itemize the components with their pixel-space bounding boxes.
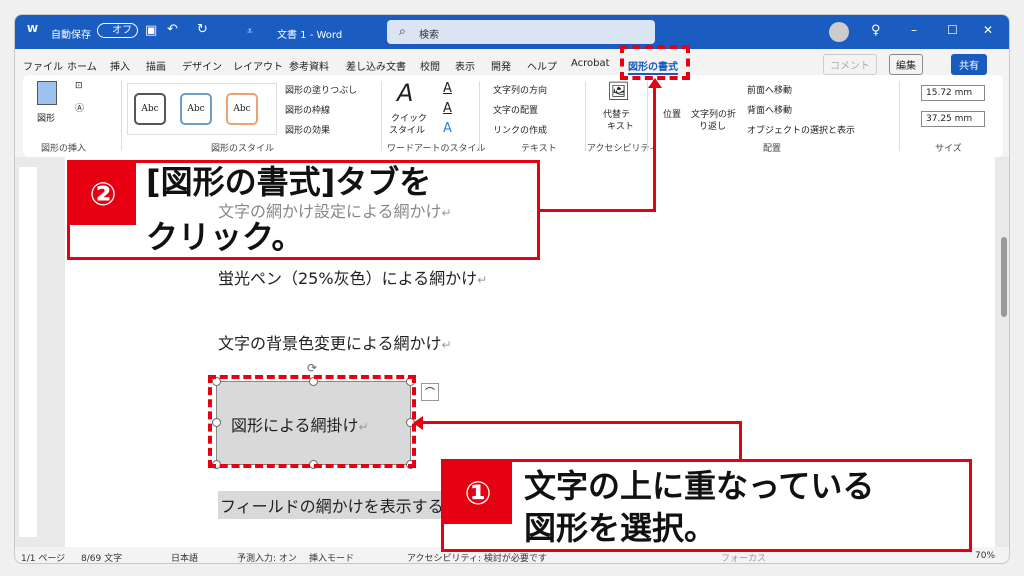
highlight-shape: [208, 375, 416, 468]
vertical-ruler: [19, 167, 37, 537]
bring-forward-button[interactable]: 前面へ移動: [747, 83, 792, 96]
language[interactable]: 日本語: [171, 551, 198, 563]
save-icon[interactable]: ▣: [145, 23, 157, 38]
style-sample[interactable]: Abc: [134, 93, 166, 125]
autosave-toggle[interactable]: オフ: [97, 23, 138, 38]
shape-outline-button[interactable]: 図形の枠線: [285, 103, 330, 116]
accessibility-status[interactable]: アクセシビリティ: 検討が必要です: [407, 551, 547, 563]
shape-styles-gallery[interactable]: Abc Abc Abc: [127, 83, 277, 135]
tab-home[interactable]: ホーム: [67, 58, 97, 73]
step-badge: ①: [444, 462, 512, 524]
alt-text-icon[interactable]: 🖼: [607, 81, 630, 102]
create-link-button[interactable]: リンクの作成: [493, 123, 547, 136]
selection-pane-button[interactable]: オブジェクトの選択と表示: [747, 123, 855, 136]
focus-button[interactable]: フォーカス: [721, 551, 766, 563]
tab-file[interactable]: ファイル: [23, 58, 63, 73]
tab-design[interactable]: デザイン: [182, 58, 222, 73]
minimize-button[interactable]: –: [911, 23, 917, 37]
highlight-tab: [620, 45, 690, 80]
maximize-button[interactable]: ☐: [947, 23, 958, 37]
shape-effects-button[interactable]: 図形の効果: [285, 123, 330, 136]
quick-style-label[interactable]: スタイル: [389, 123, 425, 136]
text-box-icon[interactable]: Ⓐ: [75, 101, 84, 114]
redo-icon[interactable]: ↻: [197, 22, 208, 37]
group-label: テキスト: [521, 144, 557, 154]
tab-developer[interactable]: 開発: [491, 58, 511, 73]
shape-width-input[interactable]: 37.25 mm: [921, 111, 985, 127]
text-effects-icon[interactable]: A: [443, 121, 452, 136]
word-logo-icon: W: [27, 24, 39, 35]
align-text-button[interactable]: 文字の配置: [493, 103, 538, 116]
undo-icon[interactable]: ↶: [167, 22, 178, 37]
layout-options-icon[interactable]: ⌒: [421, 383, 439, 401]
tab-review[interactable]: 校閲: [420, 58, 440, 73]
doc-line: 文字の網かけ設定による網かけ: [218, 202, 442, 221]
ribbon-tabs: ファイル ホーム 挿入 描画 デザイン レイアウト 参考資料 差し込み文書 校閲…: [15, 49, 1009, 75]
wordart-quick-style-icon[interactable]: A: [397, 79, 413, 107]
shape-height-input[interactable]: 15.72 mm: [921, 85, 985, 101]
tab-references[interactable]: 参考資料: [289, 58, 329, 73]
text-direction-button[interactable]: 文字列の方向: [493, 83, 547, 96]
page-count[interactable]: 1/1 ページ: [21, 551, 65, 563]
step-badge: ②: [70, 163, 136, 225]
insert-mode[interactable]: 挿入モード: [309, 551, 354, 563]
tab-draw[interactable]: 描画: [146, 58, 166, 73]
group-label: 図形の挿入: [41, 144, 87, 154]
close-button[interactable]: ✕: [983, 23, 993, 37]
shape-fill-button[interactable]: 図形の塗りつぶし: [285, 83, 357, 96]
alt-text-button[interactable]: キスト: [607, 119, 634, 132]
callout-text: クリック。: [146, 218, 304, 256]
position-button[interactable]: 位置: [663, 107, 681, 120]
share-button[interactable]: 共有: [951, 54, 987, 75]
search-input[interactable]: ⌕ 検索: [387, 20, 655, 44]
send-backward-button[interactable]: 背面へ移動: [747, 103, 792, 116]
edit-button[interactable]: 編集: [889, 54, 923, 75]
ribbon: 図形 ⊡ Ⓐ 図形の挿入 Abc Abc Abc 図形の塗りつぶし 図形の枠線 …: [23, 75, 1003, 157]
rotate-handle-icon[interactable]: ⟳: [307, 361, 317, 375]
tab-help[interactable]: ヘルプ: [527, 58, 557, 73]
group-label: 配置: [763, 144, 782, 154]
callout-text: 図形を選択。: [524, 509, 717, 547]
doc-line: 文字の背景色変更による網かけ: [218, 334, 442, 353]
style-sample[interactable]: Abc: [180, 93, 212, 125]
callout-step-1: ① 文字の上に重なっている 図形を選択。: [441, 459, 972, 552]
doc-line-field: フィールドの網かけを表示する場合: [220, 497, 476, 516]
doc-line: 蛍光ペン（25%灰色）による網かけ: [218, 269, 478, 288]
callout-text: 文字の上に重なっている: [524, 467, 875, 505]
text-prediction[interactable]: 予測入力: オン: [237, 551, 297, 563]
avatar[interactable]: [829, 22, 849, 42]
tab-acrobat[interactable]: Acrobat: [571, 58, 610, 69]
tab-layout[interactable]: レイアウト: [233, 58, 283, 73]
customize-qat-icon[interactable]: ⩡: [247, 26, 253, 37]
text-fill-icon[interactable]: A: [443, 81, 452, 96]
callout-text: [図形の書式]タブを: [146, 163, 432, 201]
lightbulb-icon[interactable]: ♀: [871, 23, 881, 38]
tab-mailings[interactable]: 差し込み文書: [346, 58, 406, 73]
edit-shape-icon[interactable]: ⊡: [75, 81, 83, 91]
group-label: サイズ: [935, 144, 962, 154]
group-label: 図形のスタイル: [211, 144, 275, 154]
vertical-scrollbar[interactable]: [1001, 237, 1007, 317]
style-sample[interactable]: Abc: [226, 93, 258, 125]
group-label: ワードアートのスタイル: [387, 144, 486, 154]
document-title: 文書 1 - Word: [277, 30, 343, 41]
tab-view[interactable]: 表示: [455, 58, 475, 73]
shapes-icon[interactable]: [37, 81, 57, 105]
search-icon: ⌕: [399, 24, 406, 38]
word-count[interactable]: 8/69 文字: [81, 551, 122, 563]
zoom-level[interactable]: 70%: [975, 551, 995, 561]
autosave-label: 自動保存: [51, 30, 91, 41]
search-placeholder: 検索: [419, 30, 439, 41]
title-bar: W 自動保存 オフ ▣ ↶ ↻ ⩡ 文書 1 - Word ⌕ 検索 ♀ – ☐ …: [15, 15, 1009, 49]
shapes-button[interactable]: 図形: [37, 111, 55, 124]
tab-insert[interactable]: 挿入: [110, 58, 130, 73]
text-outline-icon[interactable]: A: [443, 101, 452, 116]
comment-button[interactable]: コメント: [823, 54, 877, 75]
wrap-text-button[interactable]: り返し: [699, 119, 726, 132]
